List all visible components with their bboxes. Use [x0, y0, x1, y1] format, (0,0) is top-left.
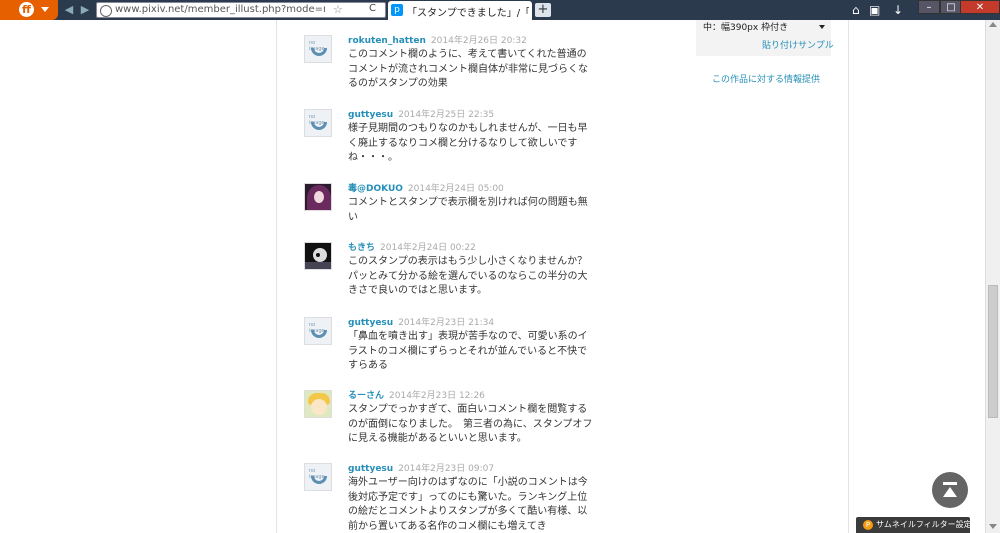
comment-username[interactable]: guttyesu	[348, 318, 393, 328]
arrow-up-icon	[943, 482, 957, 485]
comment-date: 2014年2月23日 09:07	[398, 464, 495, 474]
firefox-menu-button[interactable]: ff	[0, 0, 58, 20]
comment-date: 2014年2月24日 05:00	[407, 184, 504, 194]
tab-title: 「スタンプできました」/「pi...	[407, 8, 529, 19]
avatar[interactable]: no image	[304, 109, 332, 137]
page-scrollbar[interactable]	[985, 20, 1000, 533]
tab-active[interactable]: p 「スタンプできました」/「pi...	[388, 1, 532, 20]
avatar[interactable]	[304, 390, 332, 418]
url-text: www.pixiv.net/member_illust.php?mode=n	[115, 4, 325, 15]
comment-text: 海外ユーザー向けのはずなのに「小説のコメントは今後対応予定です」ってのにも驚いた…	[348, 477, 588, 532]
embed-size-value: 中：幅390px 枠付き	[703, 23, 789, 33]
smile-icon	[311, 476, 327, 484]
comment-username[interactable]: 毒@DOKUO	[348, 184, 403, 194]
forward-icon[interactable]: ▶	[79, 4, 91, 16]
smile-icon	[311, 48, 327, 56]
chevron-down-icon	[41, 7, 49, 12]
avatar[interactable]: no image	[304, 317, 332, 345]
comment-username[interactable]: guttyesu	[348, 110, 393, 120]
back-to-top-button[interactable]	[932, 472, 968, 508]
avatar[interactable]: no image	[304, 35, 332, 63]
browser-toolbar: ff ◀ ▶ www.pixiv.net/member_illust.php?m…	[0, 0, 1000, 20]
comment-username[interactable]: るーさん	[348, 391, 384, 401]
smile-icon	[311, 122, 327, 130]
comment-text: このコメント欄のように、考えて書いてくれた普通のコメントが流されコメント欄自体が…	[348, 49, 588, 89]
bookmark-star-icon[interactable]: ☆	[333, 3, 343, 16]
pixiv-icon: P	[863, 519, 873, 530]
globe-icon	[100, 5, 112, 17]
pixiv-favicon-icon: p	[391, 4, 403, 16]
comment-text: コメントとスタンプで表示欄を別ければ何の問題も無い	[348, 197, 588, 223]
scroll-down-icon[interactable]	[989, 524, 997, 529]
avatar[interactable]: no image	[304, 463, 332, 491]
back-icon[interactable]: ◀	[63, 4, 75, 16]
comment-text: このスタンプの表示はもう少し小さくなりませんか？パッとみて分かる絵を選んでいるの…	[348, 256, 588, 296]
chevron-down-icon	[819, 25, 825, 29]
comment-date: 2014年2月26日 20:32	[430, 36, 527, 46]
close-window-button[interactable]: ✕	[960, 0, 1000, 14]
maximize-button[interactable]: □	[940, 0, 962, 14]
comment-date: 2014年2月25日 22:35	[398, 110, 495, 120]
comment-username[interactable]: rokuten_hatten	[348, 36, 426, 46]
comment-username[interactable]: guttyesu	[348, 464, 393, 474]
addon-icon[interactable]: ▣	[869, 3, 880, 17]
download-icon[interactable]: ↓	[893, 3, 903, 17]
scroll-up-icon[interactable]	[989, 22, 997, 27]
url-bar[interactable]: www.pixiv.net/member_illust.php?mode=n ☆…	[96, 2, 386, 18]
comment-text: 「鼻血を噴き出す」表現が苦手なので、可愛い系のイラストのコメ欄にずらっとそれが並…	[348, 331, 588, 371]
comment-date: 2014年2月24日 00:22	[380, 243, 476, 253]
minimize-button[interactable]: –	[918, 0, 940, 14]
report-info-link[interactable]: この作品に対する情報提供	[712, 72, 820, 85]
column-divider	[848, 20, 849, 533]
avatar[interactable]	[304, 183, 332, 211]
column-divider	[276, 20, 277, 533]
paste-sample-link[interactable]: 貼り付けサンプル	[762, 38, 834, 51]
comment-date: 2014年2月23日 12:26	[389, 391, 485, 401]
new-tab-button[interactable]: +	[535, 3, 551, 17]
thumbnail-filter-button[interactable]: P サムネイルフィルター設定	[856, 517, 972, 533]
comment-username[interactable]: もきち	[348, 243, 375, 253]
home-icon[interactable]: ⌂	[852, 3, 860, 17]
thumbnail-filter-label: サムネイルフィルター設定	[876, 520, 972, 529]
comment-text: スタンプでっかすぎて、面白いコメント欄を閲覧するのが面倒になりました。 第三者の…	[348, 404, 593, 444]
scroll-thumb[interactable]	[988, 285, 998, 418]
comment-text: 様子見期間のつもりなのかもしれませんが、一日も早く廃止するなりコメ欄と分けるなり…	[348, 123, 588, 163]
smile-icon	[311, 330, 327, 338]
reload-icon[interactable]: C	[369, 3, 376, 14]
comment-date: 2014年2月23日 21:34	[398, 318, 495, 328]
embed-size-select[interactable]: 中：幅390px 枠付き	[703, 20, 827, 34]
avatar[interactable]	[304, 242, 332, 270]
firefox-logo-icon: ff	[19, 2, 34, 17]
